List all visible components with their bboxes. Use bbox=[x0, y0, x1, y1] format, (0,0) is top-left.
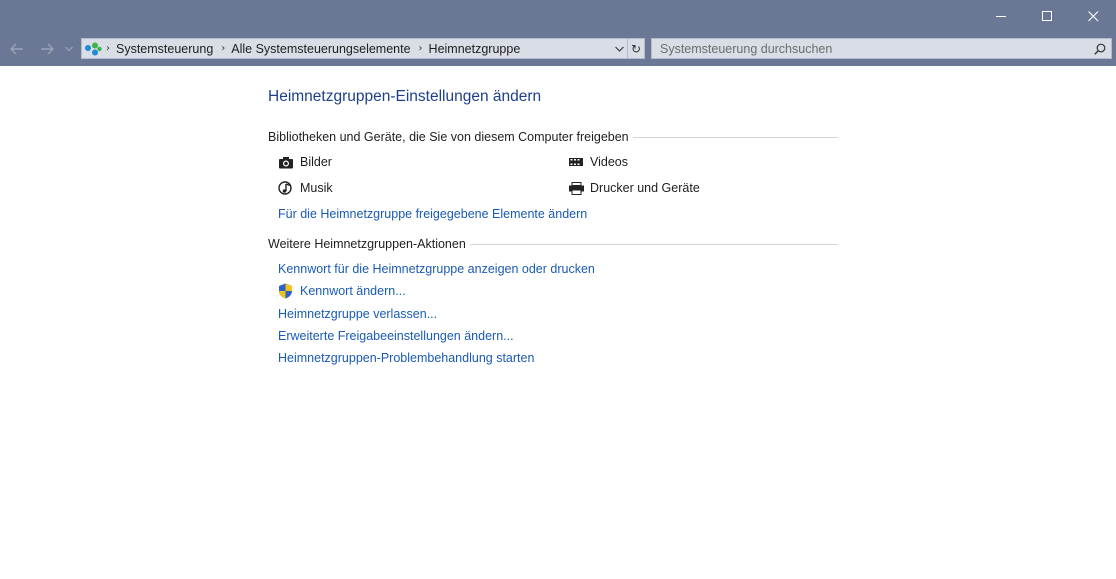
actions-section-heading: Weitere Heimnetzgruppen-Aktionen bbox=[268, 236, 838, 252]
breadcrumb-separator: › bbox=[418, 43, 423, 54]
navigation-row: › Systemsteuerung › Alle Systemsteuerung… bbox=[0, 38, 1116, 60]
search-input[interactable] bbox=[652, 39, 1089, 58]
library-label-music: Musik bbox=[300, 181, 333, 195]
maximize-button[interactable] bbox=[1024, 0, 1070, 32]
troubleshooter-link[interactable]: Heimnetzgruppen-Problembehandlung starte… bbox=[278, 350, 534, 366]
library-label-videos: Videos bbox=[590, 155, 628, 169]
refresh-icon: ↻ bbox=[630, 41, 642, 56]
window-controls bbox=[978, 0, 1116, 32]
divider bbox=[469, 243, 838, 245]
breadcrumb-systemsteuerung[interactable]: Systemsteuerung bbox=[116, 42, 213, 56]
chevron-down-icon bbox=[65, 46, 73, 52]
advanced-sharing-link[interactable]: Erweiterte Freigabeeinstellungen ändern.… bbox=[278, 328, 514, 344]
library-item-pictures: Bilder bbox=[278, 154, 332, 170]
library-label-pictures: Bilder bbox=[300, 155, 332, 169]
shield-icon bbox=[278, 283, 300, 299]
minimize-icon bbox=[995, 15, 1006, 17]
search-box[interactable] bbox=[651, 38, 1112, 59]
camera-icon bbox=[278, 156, 300, 169]
change-shared-items-link[interactable]: Für die Heimnetzgruppe freigegebene Elem… bbox=[278, 206, 587, 222]
arrow-right-icon bbox=[41, 43, 54, 55]
library-item-videos: Videos bbox=[568, 154, 628, 170]
back-button[interactable] bbox=[6, 38, 28, 60]
forward-button[interactable] bbox=[36, 38, 58, 60]
library-item-music: Musik bbox=[278, 180, 333, 196]
close-button[interactable] bbox=[1070, 0, 1116, 32]
recent-locations-button[interactable] bbox=[62, 38, 76, 60]
printer-icon bbox=[568, 181, 590, 195]
leave-homegroup-link[interactable]: Heimnetzgruppe verlassen... bbox=[278, 306, 437, 322]
address-dropdown-button[interactable] bbox=[611, 39, 627, 58]
film-icon bbox=[568, 156, 590, 168]
arrow-left-icon bbox=[10, 43, 23, 55]
maximize-icon bbox=[1041, 10, 1052, 21]
window-chrome: › Systemsteuerung › Alle Systemsteuerung… bbox=[0, 0, 1116, 66]
libraries-section-heading: Bibliotheken und Geräte, die Sie von die… bbox=[268, 129, 838, 145]
minimize-button[interactable] bbox=[978, 0, 1024, 32]
library-label-printers: Drucker und Geräte bbox=[590, 181, 700, 195]
breadcrumb-separator: › bbox=[221, 43, 226, 54]
search-icon[interactable] bbox=[1089, 43, 1111, 55]
refresh-button[interactable]: ↻ bbox=[628, 38, 645, 59]
libraries-heading-text: Bibliotheken und Geräte, die Sie von die… bbox=[268, 130, 629, 144]
breadcrumb-alle-elemente[interactable]: Alle Systemsteuerungselemente bbox=[231, 42, 410, 56]
change-password-label: Kennwort ändern... bbox=[300, 284, 406, 298]
close-icon bbox=[1087, 10, 1098, 21]
change-password-link[interactable]: Kennwort ändern... bbox=[278, 283, 406, 299]
breadcrumb-separator: › bbox=[106, 43, 110, 54]
homegroup-icon bbox=[82, 39, 104, 58]
address-bar[interactable]: › Systemsteuerung › Alle Systemsteuerung… bbox=[81, 38, 628, 59]
chevron-down-icon bbox=[614, 46, 624, 52]
music-icon bbox=[278, 181, 300, 195]
page-title: Heimnetzgruppen-Einstellungen ändern bbox=[268, 88, 542, 105]
show-password-link[interactable]: Kennwort für die Heimnetzgruppe anzeigen… bbox=[278, 261, 595, 277]
breadcrumb-heimnetzgruppe[interactable]: Heimnetzgruppe bbox=[429, 42, 521, 56]
library-item-printers: Drucker und Geräte bbox=[568, 180, 700, 196]
divider bbox=[632, 136, 838, 138]
actions-heading-text: Weitere Heimnetzgruppen-Aktionen bbox=[268, 237, 466, 251]
